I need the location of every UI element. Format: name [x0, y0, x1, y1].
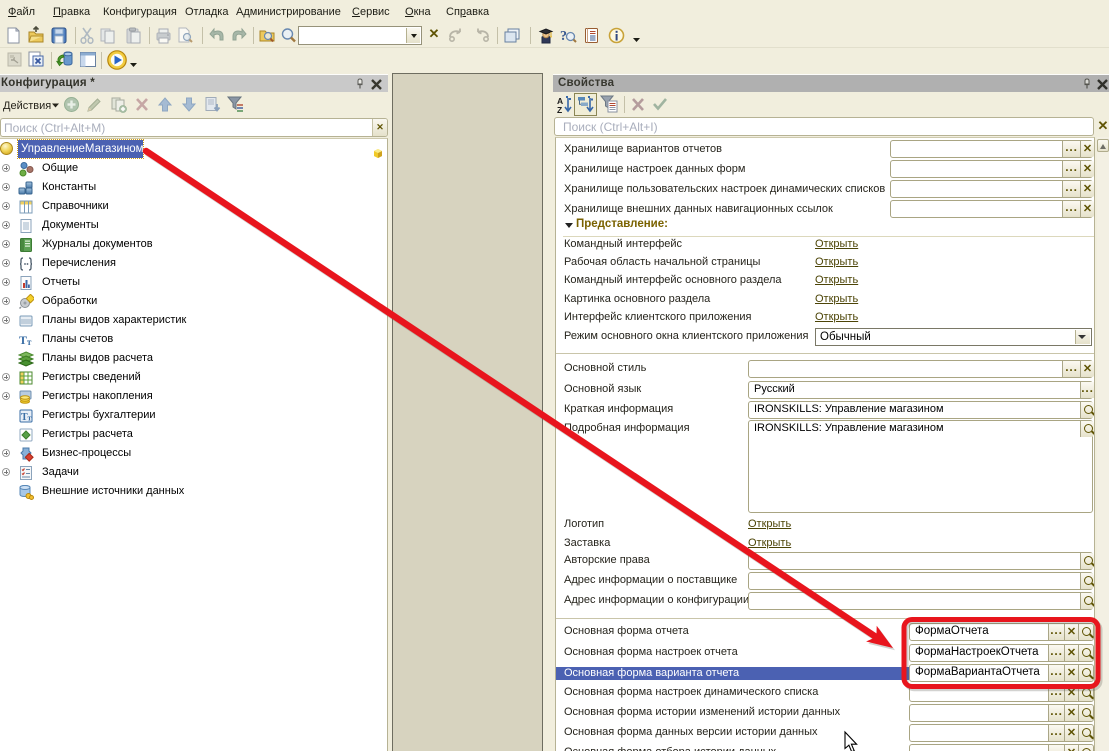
svg-text:Z: Z [557, 105, 562, 115]
svg-text:Действия: Действия [3, 100, 51, 112]
svg-text:т: т [27, 337, 32, 347]
svg-text:Т: Т [19, 333, 27, 347]
svg-text:т: т [28, 414, 32, 423]
